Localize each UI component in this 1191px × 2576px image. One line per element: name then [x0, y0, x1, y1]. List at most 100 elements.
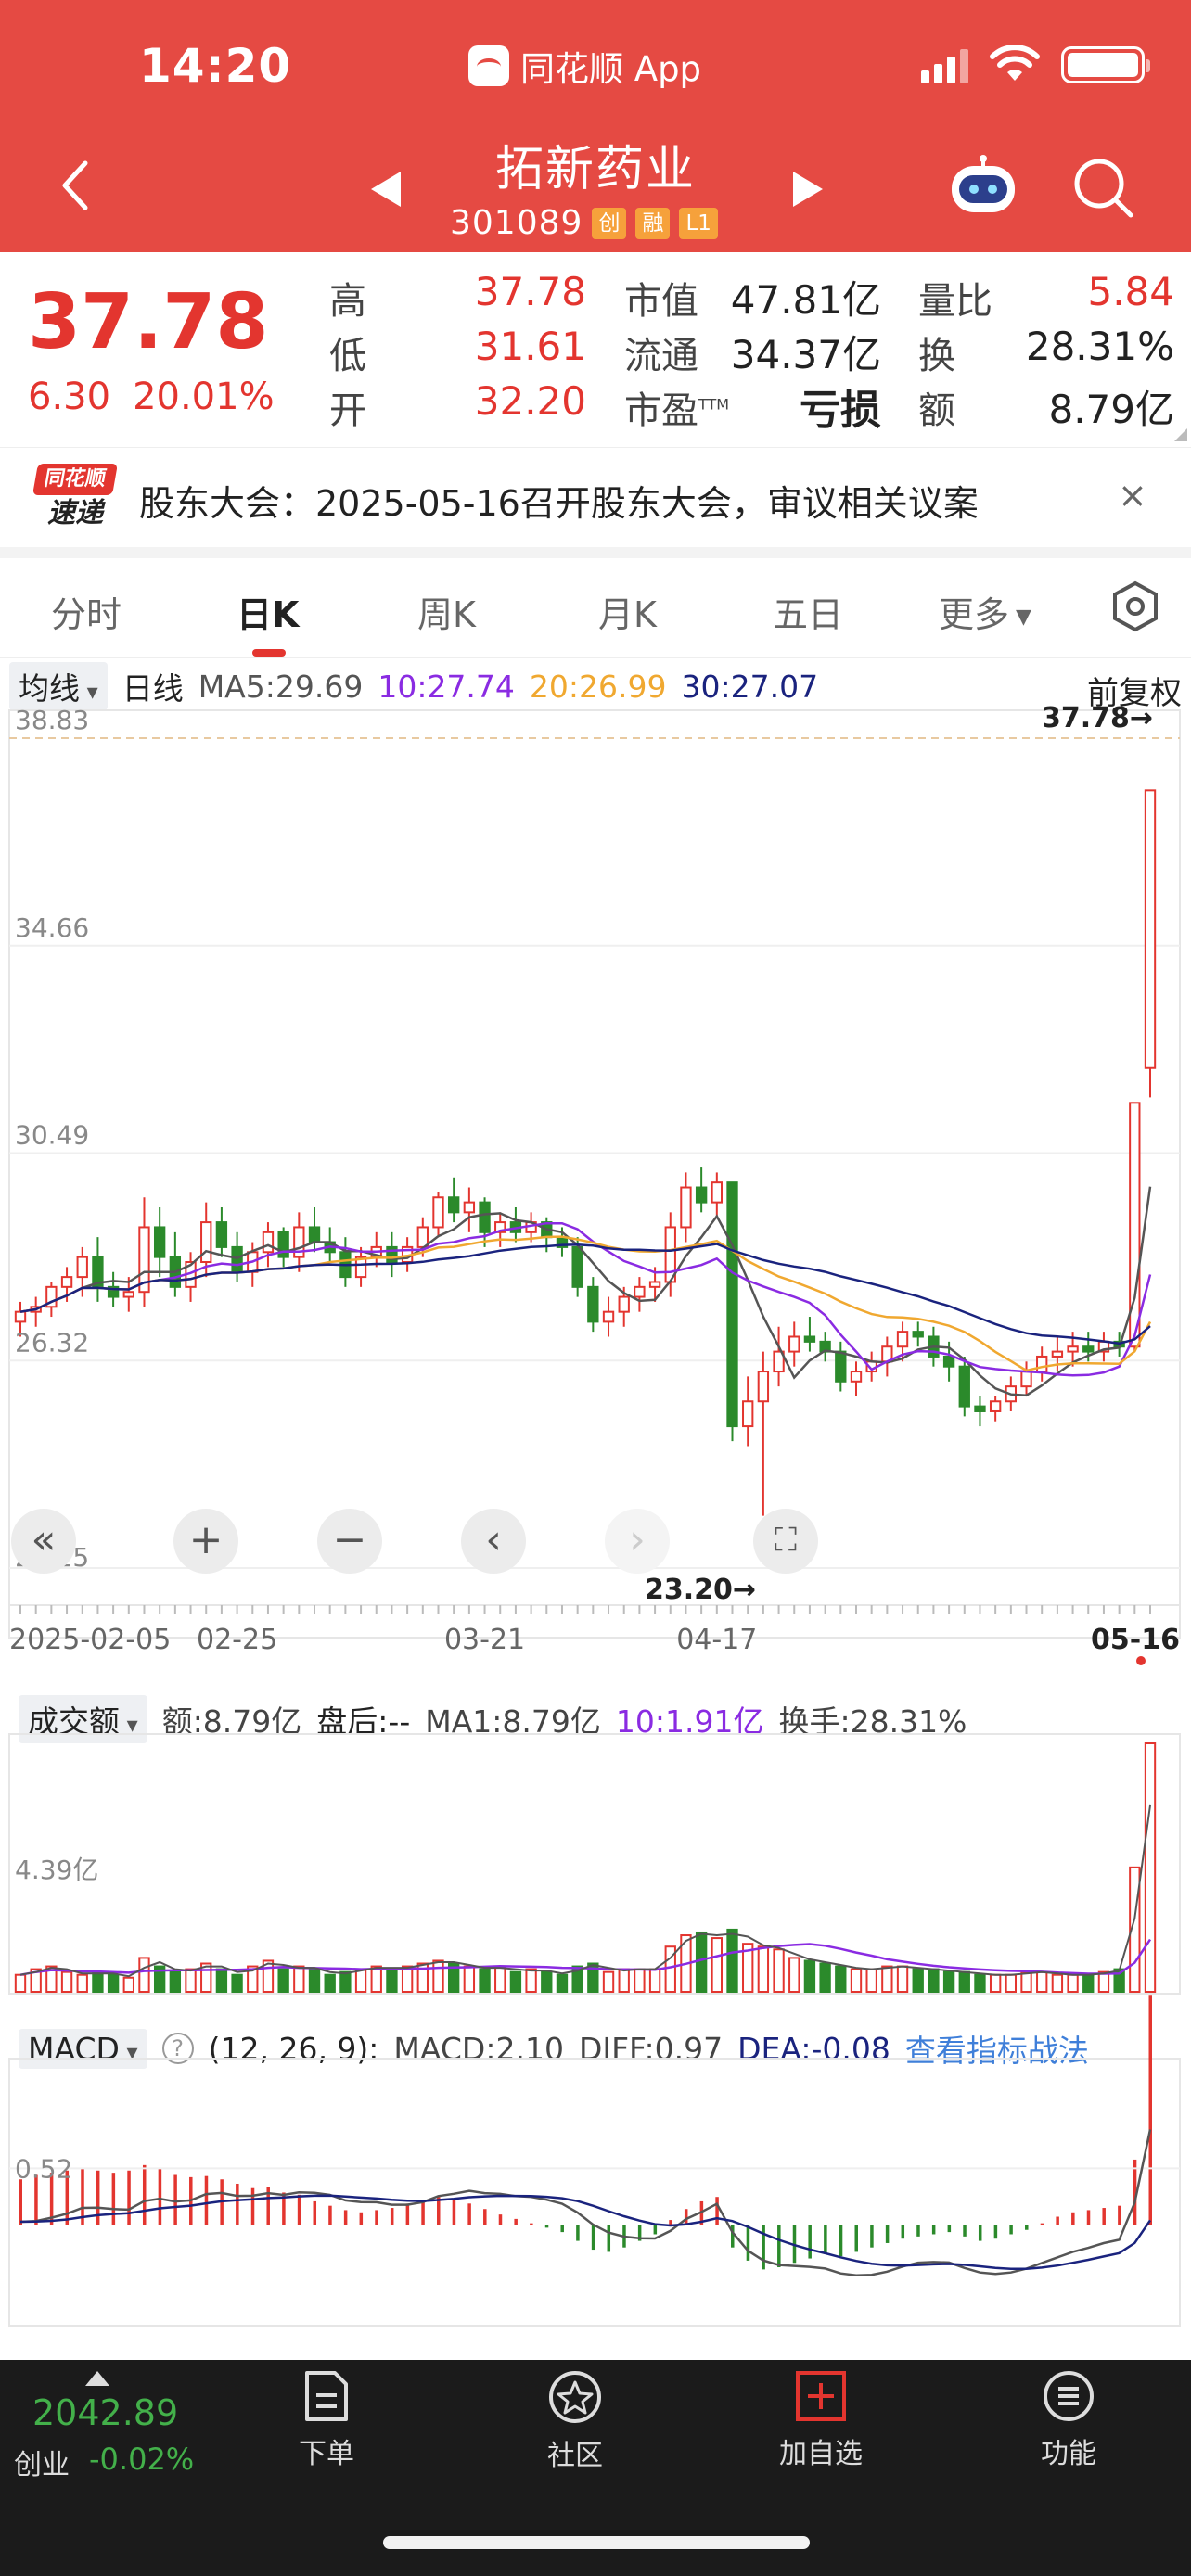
- volume-bar: [215, 1968, 228, 1993]
- expand-corner-icon[interactable]: [1174, 428, 1187, 441]
- macd-histogram-bar: [963, 2225, 967, 2237]
- macd-histogram-bar: [436, 2197, 441, 2225]
- status-app-name[interactable]: 同花顺 App: [468, 41, 701, 91]
- candle: [618, 1295, 630, 1313]
- tab-intraday[interactable]: 分时: [51, 586, 122, 637]
- app-logo-icon: [468, 45, 509, 86]
- price-change: 6.30 20.01%: [28, 376, 275, 418]
- index-up-arrow-icon: [85, 2371, 109, 2386]
- candle: [153, 1226, 166, 1258]
- volume-bar: [185, 1968, 197, 1993]
- volume-chart[interactable]: 4.39亿: [0, 1733, 1191, 2012]
- nav-community[interactable]: 社区: [501, 2369, 649, 2473]
- candle: [742, 1400, 754, 1428]
- tab-weekly-k[interactable]: 周K: [417, 586, 476, 637]
- next-stock-icon[interactable]: [793, 172, 823, 207]
- macd-histogram-bar: [1056, 2216, 1059, 2225]
- volume-bar: [757, 1945, 770, 1993]
- macd-histogram-bar: [854, 2225, 858, 2252]
- candle: [200, 1221, 212, 1264]
- macd-histogram-bar: [498, 2214, 503, 2225]
- candle: [788, 1335, 800, 1353]
- news-logo-bottom: 速递: [47, 497, 103, 529]
- community-icon: [549, 2371, 601, 2423]
- macd-histogram-bar: [514, 2218, 518, 2225]
- x-tick-label: 05-16: [1091, 1624, 1180, 1656]
- tab-monthly-k[interactable]: 月K: [598, 586, 657, 637]
- volume-bar: [618, 1968, 630, 1993]
- high-price-marker: 37.78→: [1042, 702, 1153, 734]
- tab-daily-k[interactable]: 日K: [237, 586, 299, 637]
- zoom-out-button[interactable]: −: [317, 1509, 382, 1574]
- tab-five-day[interactable]: 五日: [773, 586, 843, 637]
- volume-bar: [14, 1973, 27, 1993]
- macd-histogram-bar: [452, 2199, 456, 2225]
- nav-functions-label: 功能: [1041, 2438, 1096, 2470]
- nav-add-watchlist[interactable]: 加自选: [747, 2369, 895, 2471]
- status-icons: [921, 45, 1150, 83]
- candle: [711, 1181, 723, 1204]
- stock-code: 301089: [450, 204, 583, 242]
- rewind-button[interactable]: «: [11, 1509, 76, 1574]
- candle: [803, 1335, 816, 1343]
- tag-chuang: 创: [592, 207, 627, 239]
- low-value: 31.61: [474, 324, 586, 369]
- index-value[interactable]: 2042.89: [32, 2392, 178, 2433]
- candle: [1020, 1371, 1032, 1388]
- volume-bar: [277, 1968, 289, 1993]
- scroll-right-button[interactable]: ›: [605, 1509, 670, 1574]
- volume-bar: [634, 1968, 646, 1993]
- volume-bar: [1097, 1970, 1110, 1993]
- macd-histogram-bar: [901, 2225, 905, 2239]
- change-percent: 20.01%: [133, 376, 275, 418]
- volume-bar: [881, 1965, 893, 1993]
- settings-hexagon-icon[interactable]: [1111, 580, 1159, 632]
- volume-bar: [308, 1968, 321, 1993]
- candlestick-chart[interactable]: 38.8334.6630.4926.3222.1537.78→23.20→202…: [0, 702, 1191, 1665]
- volume-bar: [339, 1970, 352, 1993]
- nav-order[interactable]: 下单: [252, 2369, 401, 2471]
- candle: [680, 1186, 692, 1229]
- macd-histogram-bar: [1040, 2223, 1044, 2225]
- close-icon[interactable]: ×: [1118, 475, 1147, 516]
- volume-bar: [169, 1970, 182, 1993]
- volume-bar: [850, 1968, 863, 1993]
- scroll-left-button[interactable]: ‹: [461, 1509, 526, 1574]
- zoom-in-button[interactable]: +: [173, 1509, 238, 1574]
- macd-histogram-bar: [204, 2175, 209, 2225]
- fullscreen-button[interactable]: ⛶: [753, 1509, 818, 1574]
- high-label: 高: [329, 280, 366, 323]
- macd-histogram-bar: [483, 2209, 487, 2225]
- candle: [634, 1285, 646, 1298]
- tag-level: L1: [679, 207, 718, 239]
- robot-assistant-icon[interactable]: [946, 153, 1020, 218]
- cellular-signal-icon: [921, 48, 968, 83]
- tab-more[interactable]: 更多 ▼: [939, 586, 1031, 637]
- volume-ma1-line: [19, 1804, 1151, 1978]
- pe-value: 亏损: [800, 387, 881, 434]
- volume-bar: [76, 1973, 88, 1993]
- app-header: 14:20 同花顺 App 拓新药业 301089 创 融 L1: [0, 0, 1191, 252]
- macd-histogram-bar: [715, 2197, 719, 2225]
- macd-histogram-bar: [236, 2183, 239, 2225]
- notice-text[interactable]: 股东大会：2025-05-16召开股东大会，审议相关议案: [139, 475, 979, 526]
- volume-bar: [370, 1965, 382, 1993]
- macd-chart[interactable]: 0.52: [0, 1995, 1191, 2327]
- volume-bar: [773, 1948, 785, 1993]
- y-tick-label: 34.66: [15, 912, 89, 943]
- macd-histogram-bar: [1148, 1995, 1152, 2225]
- high-value: 37.78: [474, 269, 586, 314]
- volume-bar: [432, 1959, 444, 1993]
- search-icon[interactable]: [1071, 156, 1136, 221]
- macd-histogram-bar: [1025, 2225, 1029, 2230]
- macd-histogram-bar: [591, 2225, 596, 2251]
- nav-functions[interactable]: 功能: [994, 2369, 1143, 2471]
- macd-histogram-bar: [777, 2225, 781, 2268]
- status-time: 14:20: [139, 39, 292, 93]
- current-price: 37.78: [28, 278, 269, 366]
- volume-bar: [479, 1968, 491, 1993]
- candle: [60, 1276, 73, 1288]
- indicator-dropdown[interactable]: 均线: [9, 662, 108, 710]
- candle: [1036, 1355, 1048, 1373]
- macd-histogram-bar: [19, 2179, 22, 2225]
